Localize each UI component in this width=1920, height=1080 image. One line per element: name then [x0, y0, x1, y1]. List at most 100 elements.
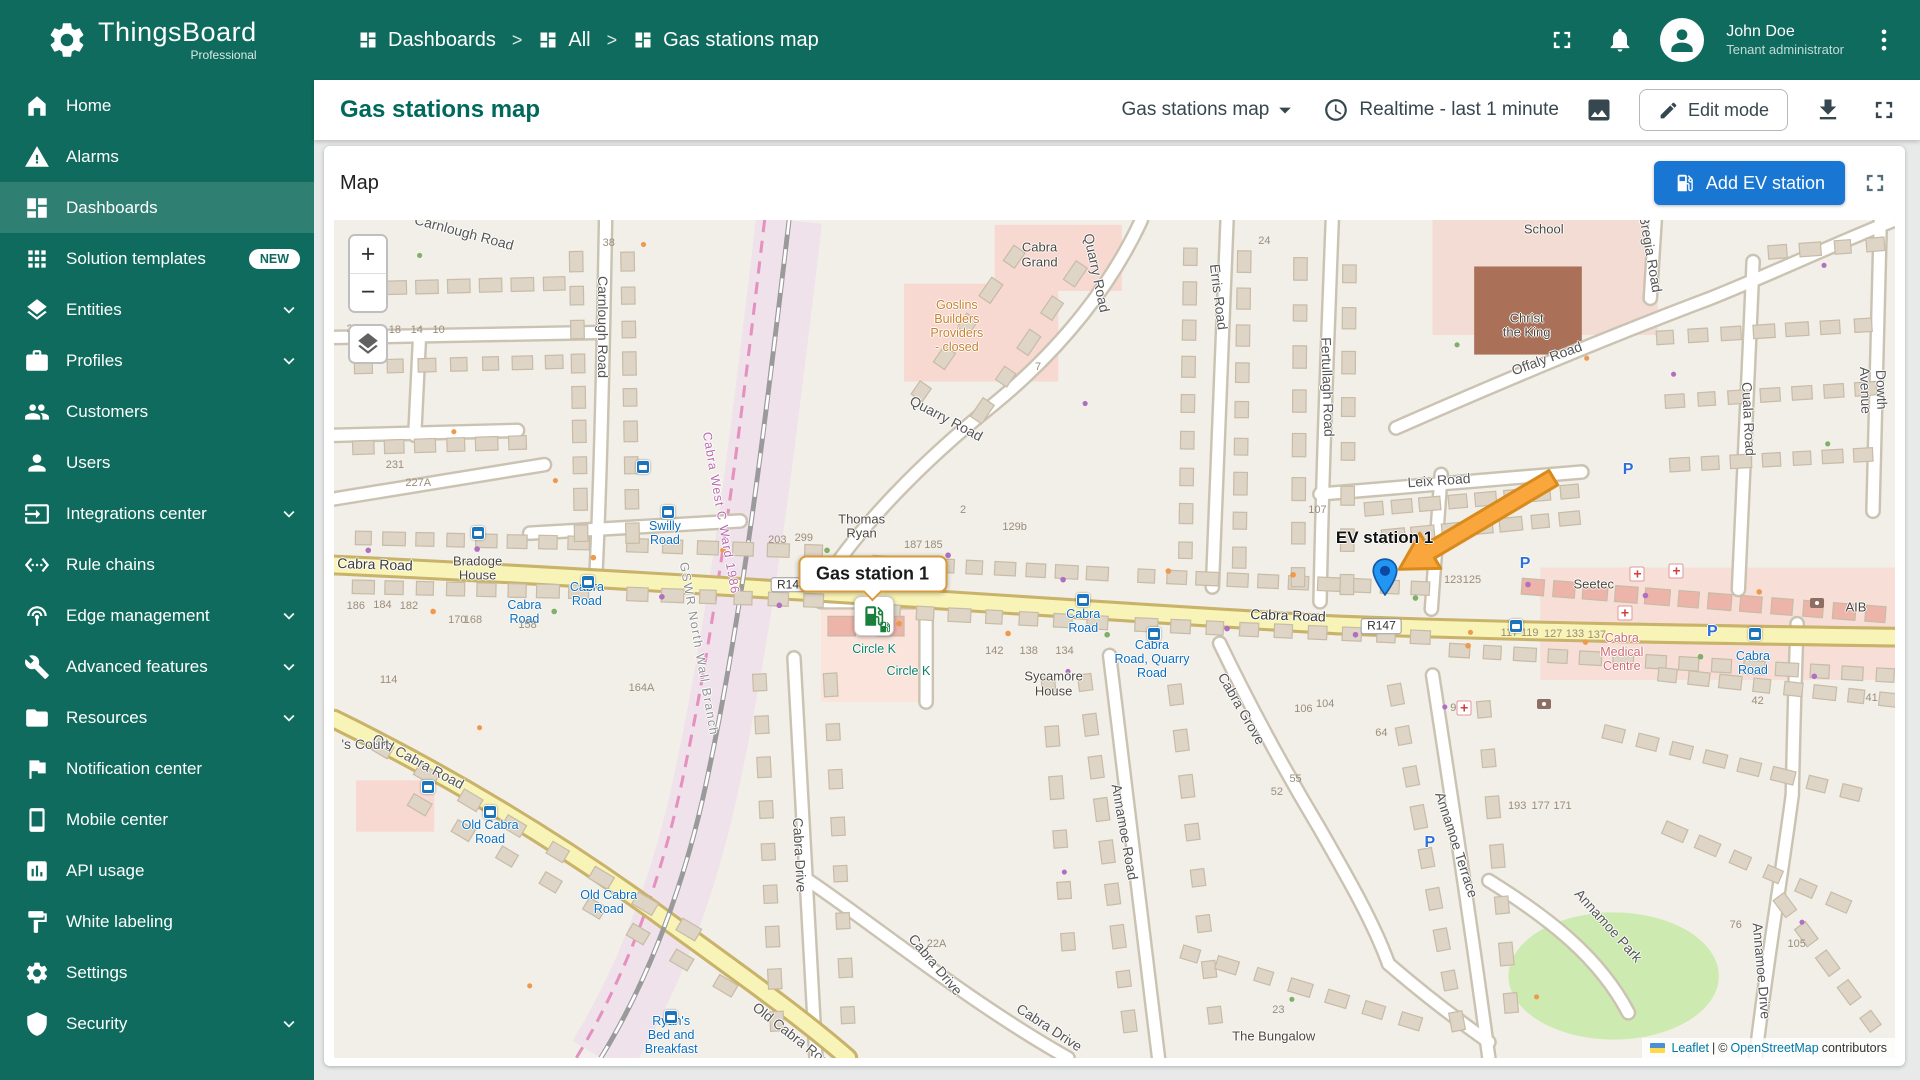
logo[interactable]: ThingsBoard Professional: [0, 19, 314, 61]
integrations-icon: [24, 501, 50, 527]
sidebar-item-label: Resources: [66, 707, 148, 727]
widget-fullscreen-button[interactable]: [1861, 169, 1889, 197]
chevron-down-icon: [278, 503, 300, 525]
gas-station-marker[interactable]: [854, 596, 895, 637]
sidebar-item-label: Entities: [66, 299, 122, 319]
sidebar-item-label: Home: [66, 95, 112, 115]
toolbar-fullscreen-button[interactable]: [1868, 94, 1900, 126]
sidebar-item-settings[interactable]: Settings: [0, 947, 314, 998]
map-attribution: Leaflet | © OpenStreetMap contributors: [1642, 1038, 1895, 1058]
kebab-menu-button[interactable]: [1866, 22, 1902, 58]
chevron-down-icon: [278, 299, 300, 321]
settings-icon: [24, 960, 50, 986]
sidebar-item-resources[interactable]: Resources: [0, 692, 314, 743]
user-role: Tenant administrator: [1726, 41, 1844, 57]
sidebar-item-solution-templates[interactable]: Solution templates NEW: [0, 233, 314, 284]
clock-icon: [1323, 97, 1349, 123]
leaflet-link[interactable]: Leaflet: [1671, 1041, 1709, 1055]
home-icon: [24, 93, 50, 119]
gas-station-tooltip-text: Gas station 1: [816, 563, 930, 584]
ukraine-flag-icon: [1650, 1043, 1666, 1053]
sidebar-item-integrations-center[interactable]: Integrations center: [0, 488, 314, 539]
fullscreen-button[interactable]: [1544, 22, 1580, 58]
main-area: Gas stations map Gas stations map Realti…: [314, 80, 1920, 1080]
security-icon: [24, 1011, 50, 1037]
advanced-icon: [24, 654, 50, 680]
sidebar-item-dashboards[interactable]: Dashboards: [0, 182, 314, 233]
pencil-icon: [1658, 100, 1679, 121]
sidebar-item-alarms[interactable]: Alarms: [0, 131, 314, 182]
new-badge: NEW: [248, 248, 300, 269]
breadcrumb-item-all[interactable]: All: [538, 28, 591, 52]
sidebar-item-entities[interactable]: Entities: [0, 284, 314, 335]
dashboards-icon: [538, 30, 558, 50]
sidebar-item-profiles[interactable]: Profiles: [0, 335, 314, 386]
user-info[interactable]: John Doe Tenant administrator: [1726, 22, 1844, 58]
chevron-down-icon: [278, 1013, 300, 1035]
ev-station-label: EV station 1: [1335, 527, 1434, 547]
sidebar-item-label: Solution templates: [66, 248, 206, 268]
breadcrumb-label: All: [568, 28, 591, 51]
breadcrumb-item-gas-stations-map[interactable]: Gas stations map: [633, 29, 819, 52]
rule-icon: [24, 552, 50, 578]
page-title: Gas stations map: [340, 96, 541, 123]
sidebar-item-label: Settings: [66, 962, 128, 982]
widget-title: Map: [340, 171, 379, 194]
osm-link[interactable]: OpenStreetMap: [1730, 1041, 1818, 1055]
attribution-contributors: contributors: [1821, 1041, 1887, 1055]
sidebar-item-label: Alarms: [66, 146, 119, 166]
sidebar-item-customers[interactable]: Customers: [0, 386, 314, 437]
edge-icon: [24, 603, 50, 629]
sidebar-item-mobile-center[interactable]: Mobile center: [0, 794, 314, 845]
widget-actions: Add EV station: [1653, 161, 1889, 205]
sidebar-item-api-usage[interactable]: API usage: [0, 845, 314, 896]
timewindow-button[interactable]: Realtime - last 1 minute: [1323, 97, 1559, 123]
apps-icon: [24, 246, 50, 272]
toolbar-actions: Gas stations map Realtime - last 1 minut…: [1122, 89, 1920, 131]
sidebar-item-security[interactable]: Security: [0, 998, 314, 1049]
user-icon: [24, 450, 50, 476]
chevron-down-icon: [278, 656, 300, 678]
sidebar: Home Alarms Dashboards Solution templates NE…: [0, 80, 314, 1080]
sidebar-item-users[interactable]: Users: [0, 437, 314, 488]
avatar[interactable]: [1660, 18, 1705, 62]
sidebar-item-advanced-features[interactable]: Advanced features: [0, 641, 314, 692]
zoom-control: + −: [348, 234, 388, 313]
sidebar-item-label: Edge management: [66, 605, 210, 625]
breadcrumb-item-dashboards[interactable]: Dashboards: [358, 29, 496, 52]
fuel-pump-small-icon: [878, 620, 892, 634]
image-export-button[interactable]: [1583, 94, 1615, 126]
sidebar-item-home[interactable]: Home: [0, 80, 314, 131]
sidebar-item-rule-chains[interactable]: Rule chains: [0, 539, 314, 590]
attribution-copyright: ©: [1718, 1041, 1728, 1055]
sidebar-item-label: API usage: [66, 860, 145, 880]
zoom-in-button[interactable]: +: [350, 236, 386, 273]
user-name: John Doe: [1726, 22, 1795, 40]
edit-mode-button[interactable]: Edit mode: [1638, 89, 1788, 131]
sidebar-item-label: Notification center: [66, 758, 203, 778]
download-button[interactable]: [1812, 94, 1844, 126]
chevron-down-icon: [1271, 96, 1299, 124]
dashboard-select[interactable]: Gas stations map: [1122, 96, 1300, 124]
layers-control-button[interactable]: [348, 324, 388, 364]
sidebar-item-notification-center[interactable]: Notification center: [0, 743, 314, 794]
sidebar-item-label: White labeling: [66, 911, 173, 931]
timewindow-label: Realtime - last 1 minute: [1359, 99, 1559, 120]
sidebar-item-label: Mobile center: [66, 809, 169, 829]
dashboard-content: Map Add EV station Gas station 1 EV stat…: [314, 140, 1920, 1080]
sidebar-item-white-labeling[interactable]: White labeling: [0, 896, 314, 947]
sidebar-item-label: Profiles: [66, 350, 123, 370]
notifications-bell-button[interactable]: [1602, 22, 1638, 58]
sidebar-item-edge-management[interactable]: Edge management: [0, 590, 314, 641]
add-ev-station-button[interactable]: Add EV station: [1653, 161, 1845, 205]
map[interactable]: Gas station 1 EV station 1 + − Leaflet |…: [334, 220, 1895, 1058]
top-header: ThingsBoard Professional Dashboards > All >…: [0, 0, 1920, 80]
breadcrumb-label: Dashboards: [388, 28, 496, 51]
zoom-out-button[interactable]: −: [350, 274, 386, 311]
add-ev-station-label: Add EV station: [1705, 172, 1825, 193]
person-icon: [1666, 24, 1698, 56]
sidebar-item-label: Dashboards: [66, 197, 158, 217]
ev-station-marker[interactable]: [1371, 558, 1399, 597]
entities-icon: [24, 297, 50, 323]
dashboard-select-value: Gas stations map: [1121, 99, 1270, 120]
